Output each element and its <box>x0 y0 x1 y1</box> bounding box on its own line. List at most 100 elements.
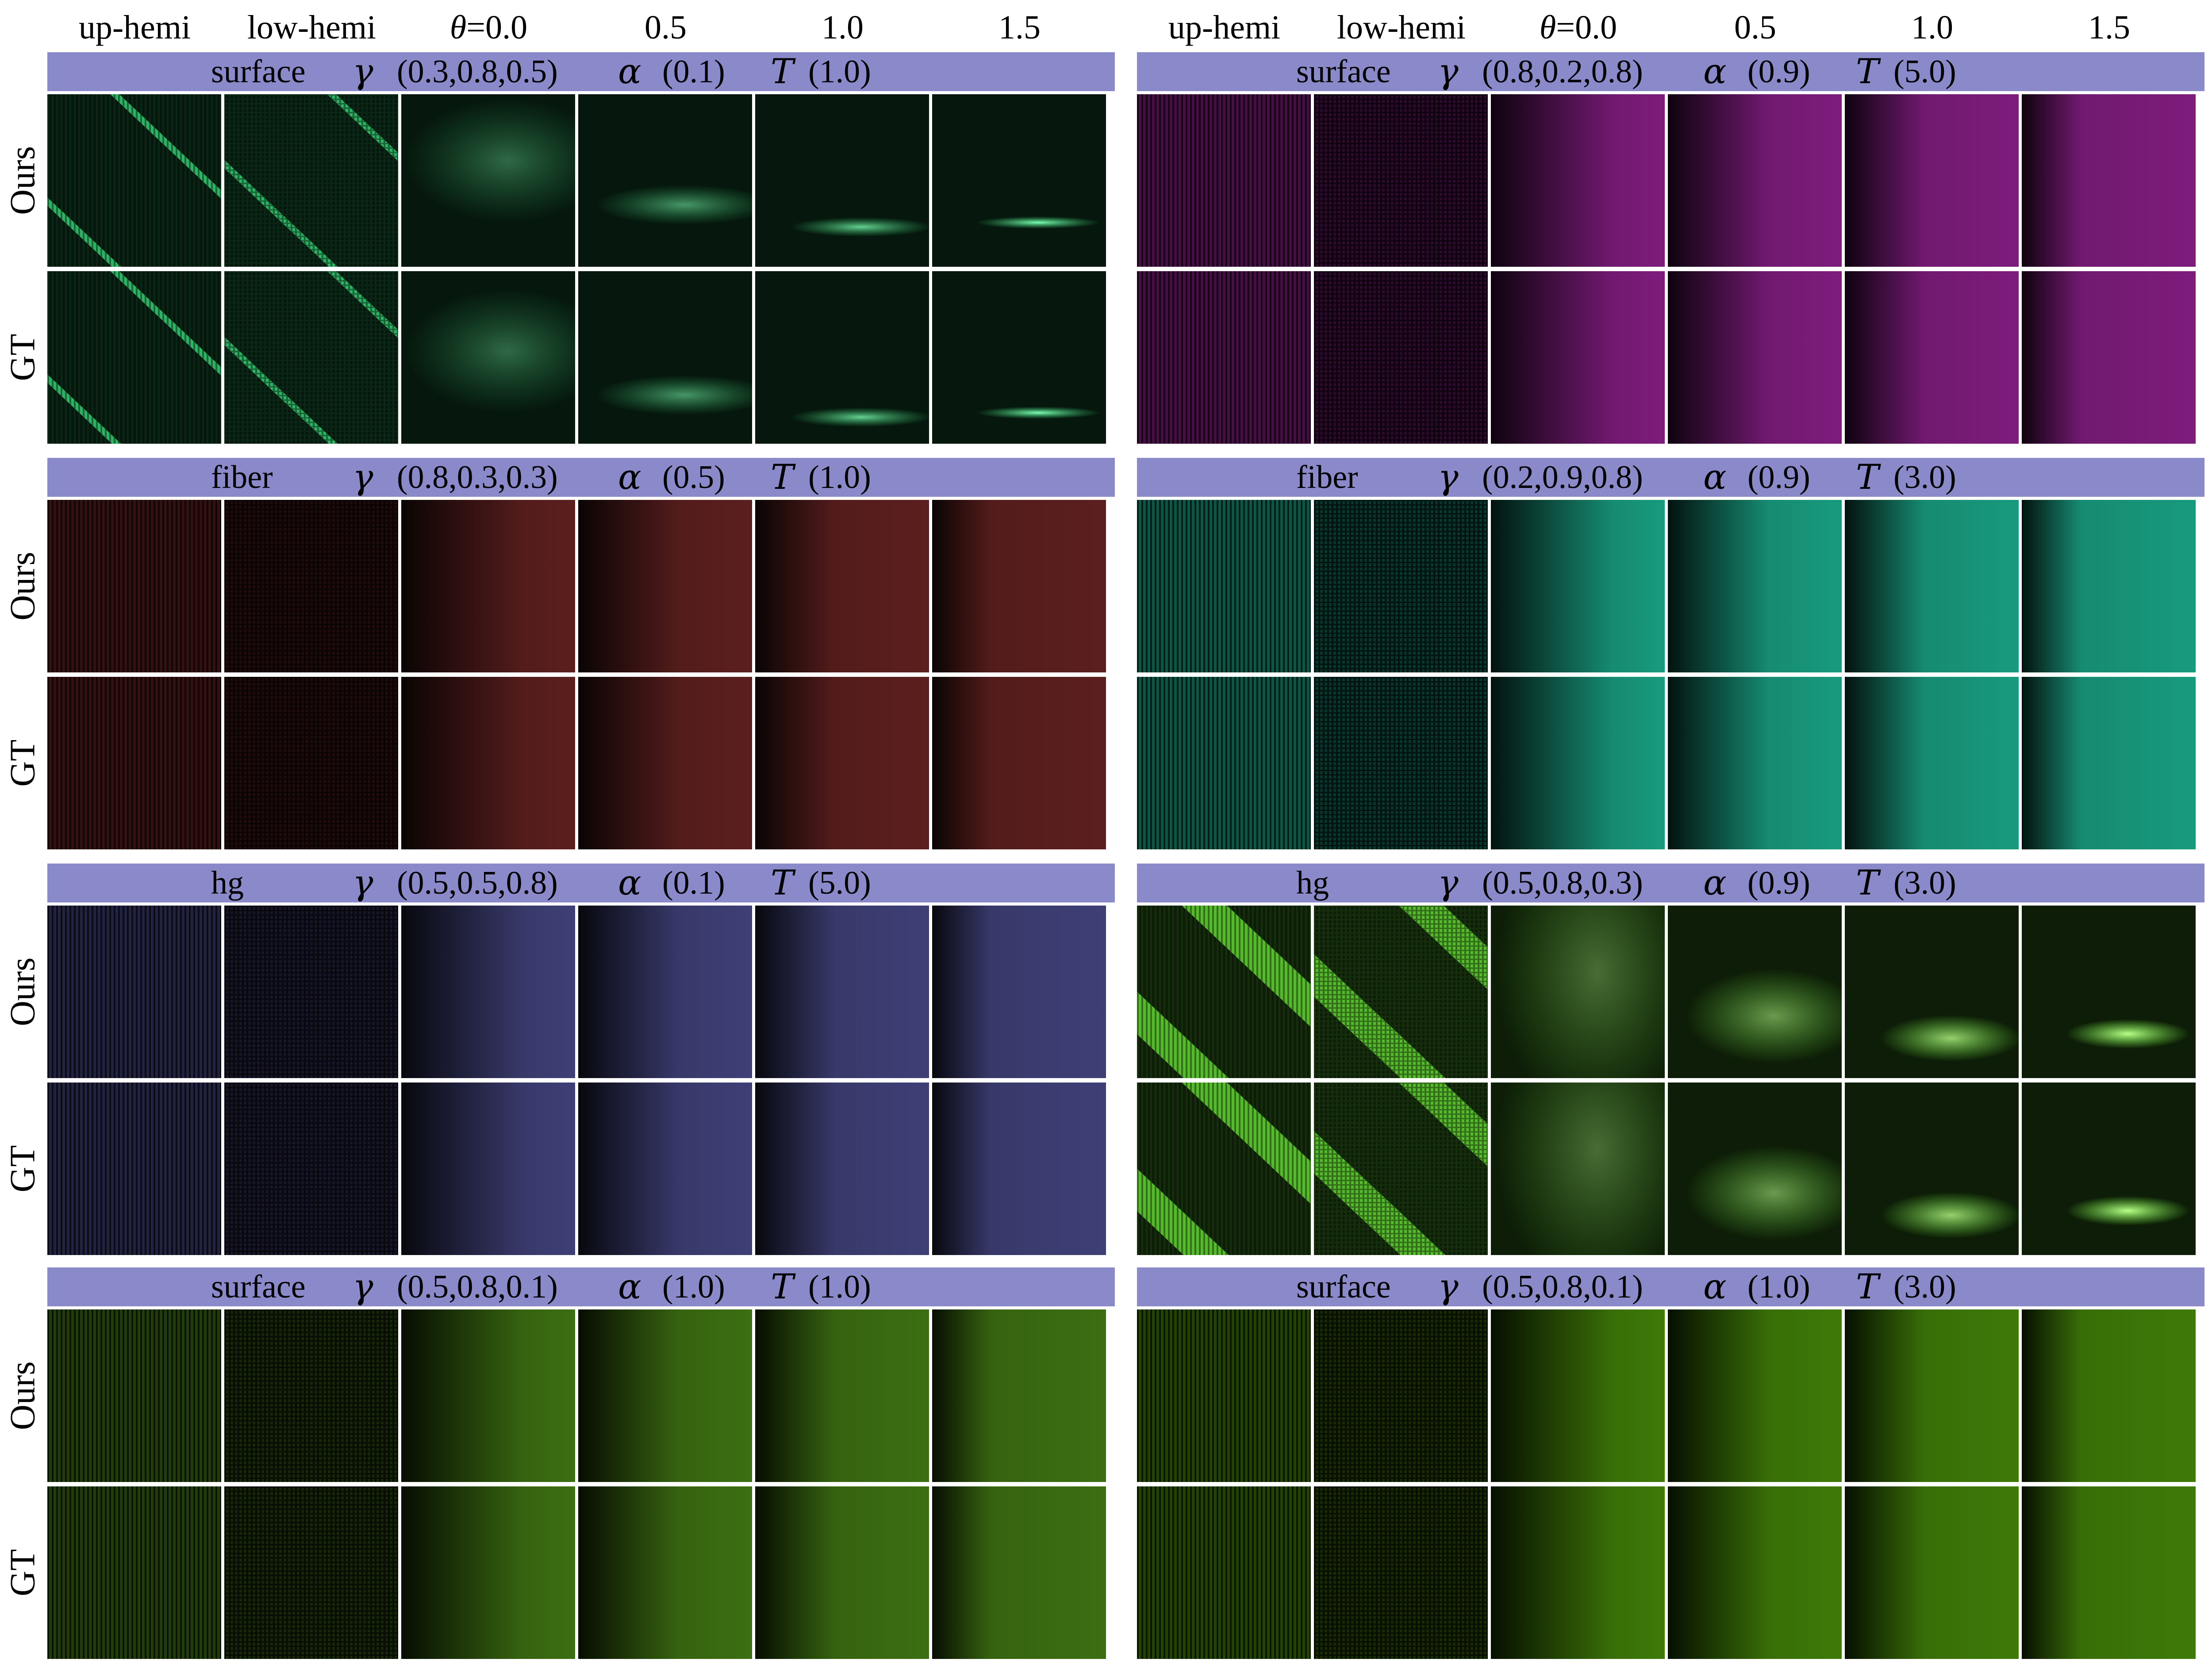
tile-surface-ours-theta-1-5 <box>2022 94 2196 269</box>
group-type: surface <box>211 1269 306 1305</box>
col-header-theta-left: θ=0.0 <box>449 9 528 46</box>
tile-fiber-ours-theta-0-0 <box>401 500 575 675</box>
tile-fiber-gt-low-hemi <box>224 677 398 852</box>
group-bar: hg γ (0.5,0.5,0.8) α (0.1) T (5.0) <box>47 864 1115 902</box>
col-header-low-hemi-left: low-hemi <box>247 9 376 46</box>
tile-surface-ours-theta-1-5 <box>932 94 1106 269</box>
tile-surface-gt-theta-1-0 <box>755 271 932 446</box>
tile-surface-gt-theta-1-0 <box>755 1486 929 1661</box>
col-header-0-5-left: 0.5 <box>645 9 687 46</box>
group-bar: hg γ (0.5,0.8,0.3) α (0.9) T (3.0) <box>1137 864 2204 902</box>
tile-fiber-gt-theta-0-5 <box>578 677 752 852</box>
tile-hg-gt-theta-1-0 <box>755 1083 929 1257</box>
tile-surface-ours-theta-0-0 <box>1491 1309 1665 1484</box>
tile-surface-ours-up-hemi <box>1137 1309 1311 1484</box>
tile-fiber-gt-theta-1-5 <box>2022 677 2196 852</box>
col-header-low-hemi-right: low-hemi <box>1336 9 1466 46</box>
alpha-value: (0.9) <box>1747 865 1810 901</box>
group-bar: fiber γ (0.2,0.9,0.8) α (0.9) T (3.0) <box>1137 458 2204 497</box>
alpha-value: (0.9) <box>1747 54 1810 90</box>
tile-surface-gt-theta-1-0 <box>1845 271 2019 446</box>
gamma-symbol: γ <box>1438 52 1459 92</box>
t-symbol: T <box>1856 1267 1879 1307</box>
tile-surface-ours-low-hemi <box>1314 1309 1488 1484</box>
tile-hg-ours-theta-1-0 <box>755 906 929 1080</box>
tile-surface-gt-up-hemi <box>1137 271 1311 446</box>
tile-hg-gt-up-hemi <box>47 1083 221 1257</box>
tile-surface-gt-up-hemi <box>47 1486 221 1661</box>
tile-hg-ours-theta-0-0 <box>1491 823 1699 1121</box>
tile-surface-gt-low-hemi <box>129 251 545 473</box>
tile-fiber-ours-low-hemi <box>224 500 398 675</box>
t-value: (3.0) <box>1893 459 1956 495</box>
tile-hg-ours-theta-0-0 <box>401 906 575 1080</box>
gamma-symbol: γ <box>1438 457 1459 497</box>
gamma-value: (0.5,0.8,0.1) <box>397 1269 558 1305</box>
tile-surface-gt-theta-0-0 <box>1491 1486 1665 1661</box>
tile-surface-gt-theta-1-5 <box>932 271 1106 446</box>
tile-surface-gt-low-hemi <box>1314 271 1488 446</box>
tile-hg-gt-low-hemi <box>1210 1053 1644 1293</box>
tile-surface-ours-theta-0-0 <box>401 94 609 269</box>
tile-surface-ours-theta-0-5 <box>1668 94 1842 269</box>
tile-surface-gt-up-hemi <box>1137 1486 1311 1661</box>
col-header-1-5-right: 1.5 <box>2088 9 2130 46</box>
group-bar: fiber γ (0.8,0.3,0.3) α (0.5) T (1.0) <box>47 458 1115 497</box>
tile-surface-gt-theta-1-0 <box>1845 1486 2019 1661</box>
tile-hg-gt-theta-1-5 <box>2022 1083 2196 1257</box>
alpha-symbol: α <box>1703 457 1727 497</box>
t-value: (3.0) <box>1893 1269 1956 1305</box>
t-symbol: T <box>771 863 794 903</box>
tile-surface-gt-theta-0-0 <box>1491 271 1665 446</box>
group-type: hg <box>1296 865 1329 901</box>
tile-fiber-ours-theta-1-0 <box>755 500 929 675</box>
alpha-value: (0.9) <box>1747 459 1810 495</box>
t-symbol: T <box>771 457 794 497</box>
tile-hg-ours-theta-1-5 <box>932 906 1106 1080</box>
tile-surface-ours-theta-0-0 <box>401 1309 575 1484</box>
gamma-symbol: γ <box>1438 1267 1459 1307</box>
tile-fiber-gt-theta-1-0 <box>755 677 929 852</box>
tile-hg-gt-theta-1-0 <box>1845 1083 2022 1257</box>
gamma-symbol: γ <box>353 863 373 903</box>
alpha-symbol: α <box>1703 863 1727 903</box>
row-label-ours: Ours <box>3 1361 42 1430</box>
alpha-value: (1.0) <box>1747 1269 1810 1305</box>
alpha-value: (0.5) <box>662 459 725 495</box>
gamma-value: (0.5,0.8,0.1) <box>1482 1269 1643 1305</box>
t-value: (1.0) <box>808 459 871 495</box>
tile-surface-gt-theta-0-0 <box>401 271 609 446</box>
gamma-value: (0.5,0.5,0.8) <box>397 865 558 901</box>
alpha-symbol: α <box>618 863 641 903</box>
tile-hg-ours-up-hemi <box>993 876 1427 1116</box>
tile-fiber-ours-theta-0-5 <box>1668 500 1842 675</box>
tile-surface-gt-theta-0-5 <box>578 1486 752 1661</box>
group-type: fiber <box>211 459 273 495</box>
group-type: surface <box>1296 54 1391 90</box>
group-bar: surface γ (0.8,0.2,0.8) α (0.9) T (5.0) <box>1137 52 2204 91</box>
tile-hg-gt-theta-0-0 <box>401 1083 575 1257</box>
tile-surface-ours-theta-1-0 <box>1845 94 2019 269</box>
col-header-0-5-right: 0.5 <box>1734 9 1776 46</box>
tile-fiber-ours-theta-0-5 <box>578 500 752 675</box>
tile-surface-ours-low-hemi <box>224 1309 398 1484</box>
tile-surface-ours-theta-0-5 <box>578 94 773 269</box>
gamma-value: (0.8,0.3,0.3) <box>397 459 558 495</box>
gamma-value: (0.5,0.8,0.3) <box>1482 865 1643 901</box>
tile-fiber-ours-theta-1-5 <box>2022 500 2196 675</box>
tile-hg-ours-theta-0-5 <box>1668 906 1863 1080</box>
tile-surface-gt-theta-1-5 <box>2022 271 2196 446</box>
group-type: fiber <box>1296 459 1358 495</box>
row-label-gt: GT <box>3 1549 42 1597</box>
col-header-up-hemi-right: up-hemi <box>1168 9 1281 46</box>
t-symbol: T <box>1856 457 1879 497</box>
tile-hg-ours-low-hemi <box>1210 876 1644 1116</box>
gamma-value: (0.8,0.2,0.8) <box>1482 54 1643 90</box>
tile-surface-ours-up-hemi <box>47 1309 221 1484</box>
tile-fiber-ours-up-hemi <box>47 500 221 675</box>
tile-hg-gt-low-hemi <box>224 1083 398 1257</box>
tile-surface-gt-theta-0-5 <box>1668 1486 1842 1661</box>
gamma-symbol: γ <box>1438 863 1459 903</box>
tile-surface-gt-theta-0-5 <box>1668 271 1842 446</box>
t-symbol: T <box>1856 863 1879 903</box>
